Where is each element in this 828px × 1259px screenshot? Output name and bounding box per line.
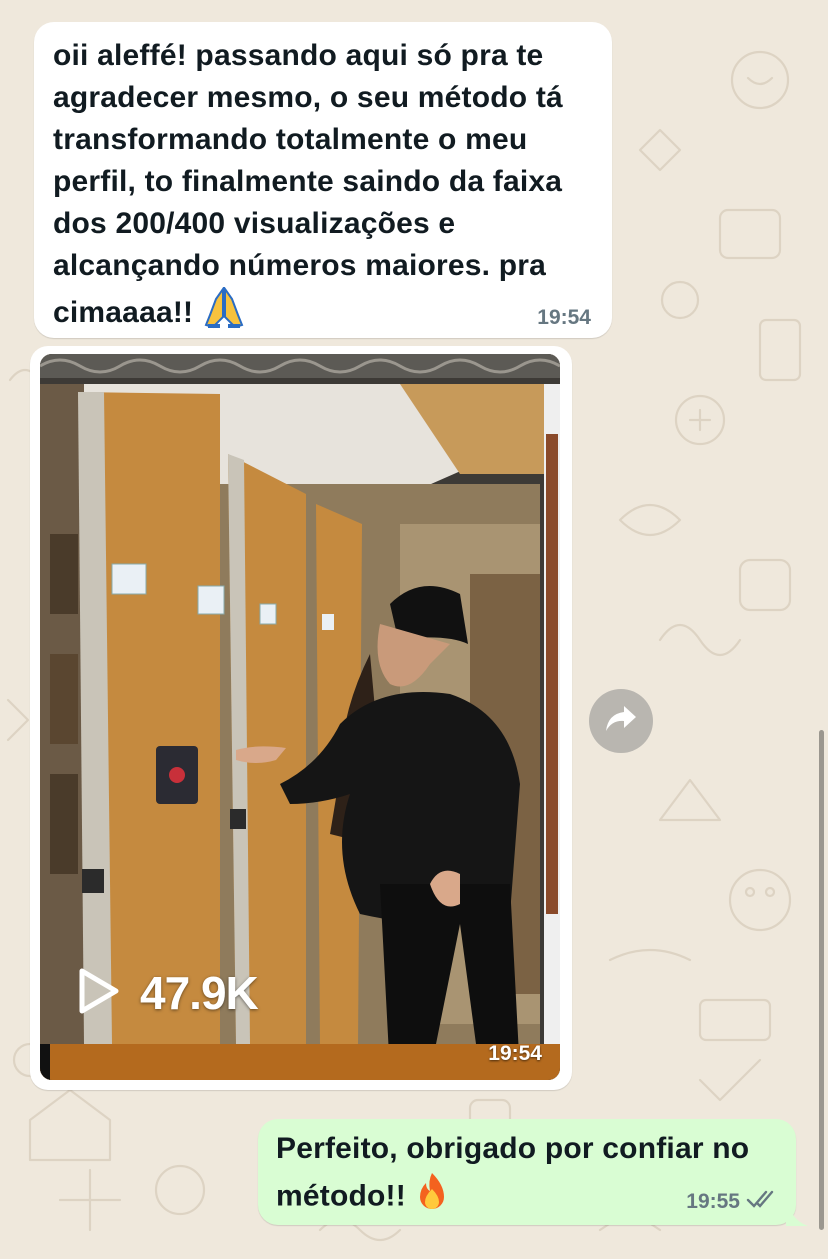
forward-button[interactable] bbox=[589, 689, 653, 753]
bubble-tail bbox=[786, 1196, 808, 1226]
incoming-image-bubble[interactable]: 47.9K 19:54 bbox=[30, 346, 572, 1090]
image-thumbnail[interactable]: 47.9K 19:54 bbox=[40, 354, 560, 1080]
message-timestamp: 19:55 bbox=[686, 1189, 776, 1215]
play-icon bbox=[78, 967, 120, 1020]
message-text: oii aleffé! passando aqui só pra te agra… bbox=[53, 35, 603, 341]
message-timestamp: 19:54 bbox=[537, 306, 591, 329]
incoming-message-bubble[interactable]: oii aleffé! passando aqui só pra te agra… bbox=[34, 22, 612, 338]
image-timestamp: 19:54 bbox=[488, 1042, 542, 1065]
folded-hands-emoji bbox=[202, 285, 246, 341]
views-count: 47.9K bbox=[140, 967, 259, 1019]
double-check-icon bbox=[746, 1189, 776, 1215]
views-overlay: 47.9K bbox=[78, 966, 259, 1020]
forward-icon bbox=[604, 704, 638, 739]
outgoing-message-bubble[interactable]: Perfeito, obrigado por confiar no método… bbox=[258, 1119, 796, 1225]
scrollbar[interactable] bbox=[819, 730, 824, 1230]
fire-emoji bbox=[414, 1171, 450, 1224]
